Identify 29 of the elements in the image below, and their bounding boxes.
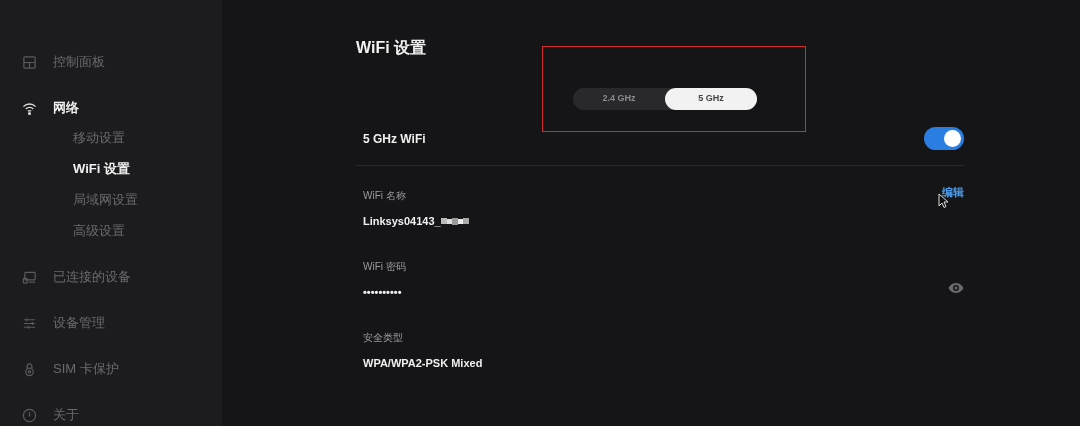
sidebar-item[interactable]: 设备管理 xyxy=(22,313,222,333)
toggle-switch[interactable] xyxy=(924,127,964,150)
sidebar-subitem[interactable]: 局域网设置 xyxy=(73,190,222,210)
field-label: WiFi 密码 xyxy=(363,260,406,274)
sidebar-subitem[interactable]: WiFi 设置 xyxy=(73,159,222,179)
page-title: WiFi 设置 xyxy=(356,38,428,58)
sidebar-subitem[interactable]: 高级设置 xyxy=(73,221,222,241)
dashboard-icon xyxy=(22,54,37,70)
edit-link[interactable]: 编辑 xyxy=(942,184,964,201)
info-icon xyxy=(22,407,37,423)
sidebar-item[interactable]: SIM 卡保护 xyxy=(22,359,222,379)
field-value: Linksys04143_ xyxy=(363,214,441,229)
field-label: WiFi 名称 xyxy=(363,189,407,203)
sidebar-subitem[interactable]: 移动设置 xyxy=(73,128,222,148)
sidebar-item[interactable]: 网络 xyxy=(22,98,222,118)
wifi-icon xyxy=(22,100,37,116)
lock-icon xyxy=(22,361,37,377)
band-tab[interactable]: 5 GHz xyxy=(665,88,757,110)
sidebar-item[interactable]: 已连接的设备 xyxy=(22,267,222,287)
field-label: 安全类型 xyxy=(363,331,404,345)
field-value: •••••••••• xyxy=(363,285,402,300)
eye-icon[interactable] xyxy=(948,282,964,294)
toggle-label: 5 GHz WiFi xyxy=(363,130,426,148)
field-value: WPA/WPA2-PSK Mixed xyxy=(363,356,483,371)
sidebar-item[interactable]: 关于 xyxy=(22,405,222,425)
devices-icon xyxy=(22,269,37,285)
sidebar-item[interactable]: 控制面板 xyxy=(22,52,222,72)
band-tab[interactable]: 2.4 GHz xyxy=(573,88,665,110)
sliders-icon xyxy=(22,315,37,331)
